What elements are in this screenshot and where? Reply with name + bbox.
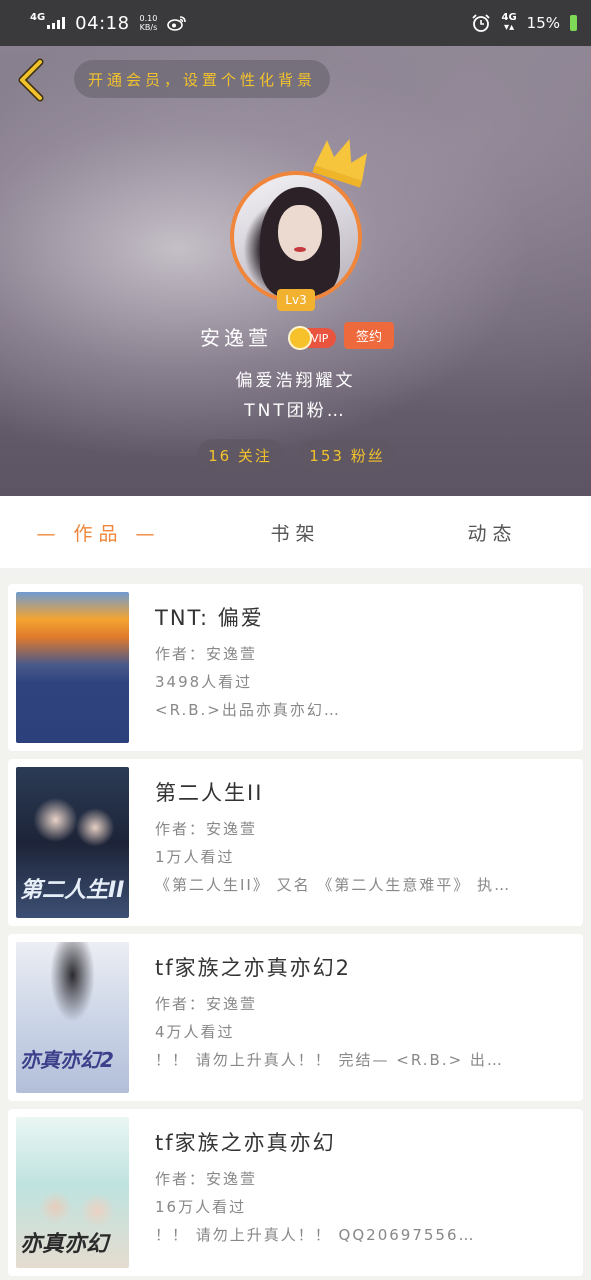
work-card[interactable]: 亦真亦幻 tf家族之亦真亦幻 作者：安逸萱 16万人看过 ！！ 请勿上升真人！！…: [8, 1109, 583, 1276]
work-card[interactable]: 第二人生II 第二人生II 作者：安逸萱 1万人看过 《第二人生II》 又名 《…: [8, 759, 583, 926]
network-type-left: 4G: [30, 12, 46, 23]
status-right: 4G ▾▴ 15%: [471, 13, 577, 33]
book-cover: 亦真亦幻: [16, 1117, 129, 1268]
status-left: 4G 04:18 0.10 KB/s: [30, 13, 187, 34]
work-info: tf家族之亦真亦幻2 作者：安逸萱 4万人看过 ！！ 请勿上升真人！！ 完结— …: [155, 952, 571, 1074]
tab-works[interactable]: — 作品 —: [0, 519, 197, 546]
work-views: 1万人看过: [155, 848, 235, 866]
work-author: 作者：安逸萱: [155, 995, 258, 1013]
following-count-button[interactable]: 16 关注: [197, 439, 283, 471]
tab-activity[interactable]: 动态: [394, 519, 591, 546]
signed-badge: 签约: [344, 322, 394, 349]
work-description: <R.B.>出品亦真亦幻…: [155, 701, 341, 719]
work-title: TNT: 偏爱: [155, 606, 264, 630]
work-description: 《第二人生II》 又名 《第二人生意难平》 执…: [155, 876, 512, 894]
vip-background-banner[interactable]: 开通会员，设置个性化背景: [74, 60, 330, 98]
weibo-icon: [167, 16, 187, 31]
avatar[interactable]: [230, 171, 362, 303]
crown-icon: [312, 139, 367, 188]
cover-title: 亦真亦幻: [20, 1232, 109, 1257]
status-bar: 4G 04:18 0.10 KB/s 4G ▾▴ 15%: [0, 0, 591, 46]
vip-badge: VIP: [288, 326, 336, 350]
level-badge: Lv3: [277, 289, 315, 311]
battery-icon: [570, 15, 577, 31]
work-author: 作者：安逸萱: [155, 820, 258, 838]
vip-crown-icon: [288, 326, 312, 350]
book-cover: [16, 592, 129, 743]
work-views: 3498人看过: [155, 673, 253, 691]
avatar-lips: [294, 247, 306, 252]
cover-title: 亦真亦幻2: [20, 1048, 114, 1072]
network-right-label: 4G: [501, 12, 517, 23]
work-author: 作者：安逸萱: [155, 1170, 258, 1188]
profile-tabs: — 作品 — 书架 动态: [0, 496, 591, 576]
work-description: ！！ 请勿上升真人！！ 完结— <R.B.> 出…: [155, 1051, 504, 1069]
work-title: tf家族之亦真亦幻: [155, 1131, 336, 1155]
work-card[interactable]: TNT: 偏爱 作者：安逸萱 3498人看过 <R.B.>出品亦真亦幻…: [8, 584, 583, 751]
book-cover: 第二人生II: [16, 767, 129, 918]
work-title: 第二人生II: [155, 781, 264, 805]
bio-line-2: TNT团粉…: [244, 401, 347, 421]
username: 安逸萱: [200, 326, 272, 350]
clock: 04:18: [75, 12, 130, 34]
fans-count-button[interactable]: 153 粉丝: [299, 439, 395, 471]
vip-label: VIP: [311, 331, 329, 345]
bio-line-1: 偏爱浩翔耀文: [235, 371, 356, 391]
speed-unit: KB/s: [139, 23, 158, 32]
work-info: tf家族之亦真亦幻 作者：安逸萱 16万人看过 ！！ 请勿上升真人！！ QQ20…: [155, 1127, 571, 1249]
speed-value: 0.10: [139, 14, 158, 23]
profile-header: 开通会员，设置个性化背景 Lv3 安逸萱 VIP 签约 偏爱浩翔耀文 TNT团粉…: [0, 46, 591, 496]
works-list: TNT: 偏爱 作者：安逸萱 3498人看过 <R.B.>出品亦真亦幻… 第二人…: [0, 576, 591, 1280]
network-type-right: 4G ▾▴: [501, 12, 517, 33]
alarm-icon: [472, 14, 491, 32]
back-arrow-icon[interactable]: [14, 58, 48, 102]
work-views: 16万人看过: [155, 1198, 247, 1216]
work-author: 作者：安逸萱: [155, 645, 258, 663]
work-title: tf家族之亦真亦幻2: [155, 956, 351, 980]
work-card[interactable]: 亦真亦幻2 tf家族之亦真亦幻2 作者：安逸萱 4万人看过 ！！ 请勿上升真人！…: [8, 934, 583, 1101]
network-speed: 0.10 KB/s: [140, 14, 158, 32]
work-views: 4万人看过: [155, 1023, 235, 1041]
tab-bookshelf[interactable]: 书架: [197, 519, 394, 546]
work-info: TNT: 偏爱 作者：安逸萱 3498人看过 <R.B.>出品亦真亦幻…: [155, 602, 571, 724]
work-info: 第二人生II 作者：安逸萱 1万人看过 《第二人生II》 又名 《第二人生意难平…: [155, 777, 571, 899]
battery-percent: 15%: [526, 14, 560, 32]
avatar-image: [230, 171, 362, 303]
work-description: ！！ 请勿上升真人！！ QQ20697556…: [155, 1226, 476, 1244]
avatar-face: [278, 205, 322, 261]
book-cover: 亦真亦幻2: [16, 942, 129, 1093]
cover-title: 第二人生II: [20, 878, 125, 903]
signal-icon: [47, 17, 66, 29]
